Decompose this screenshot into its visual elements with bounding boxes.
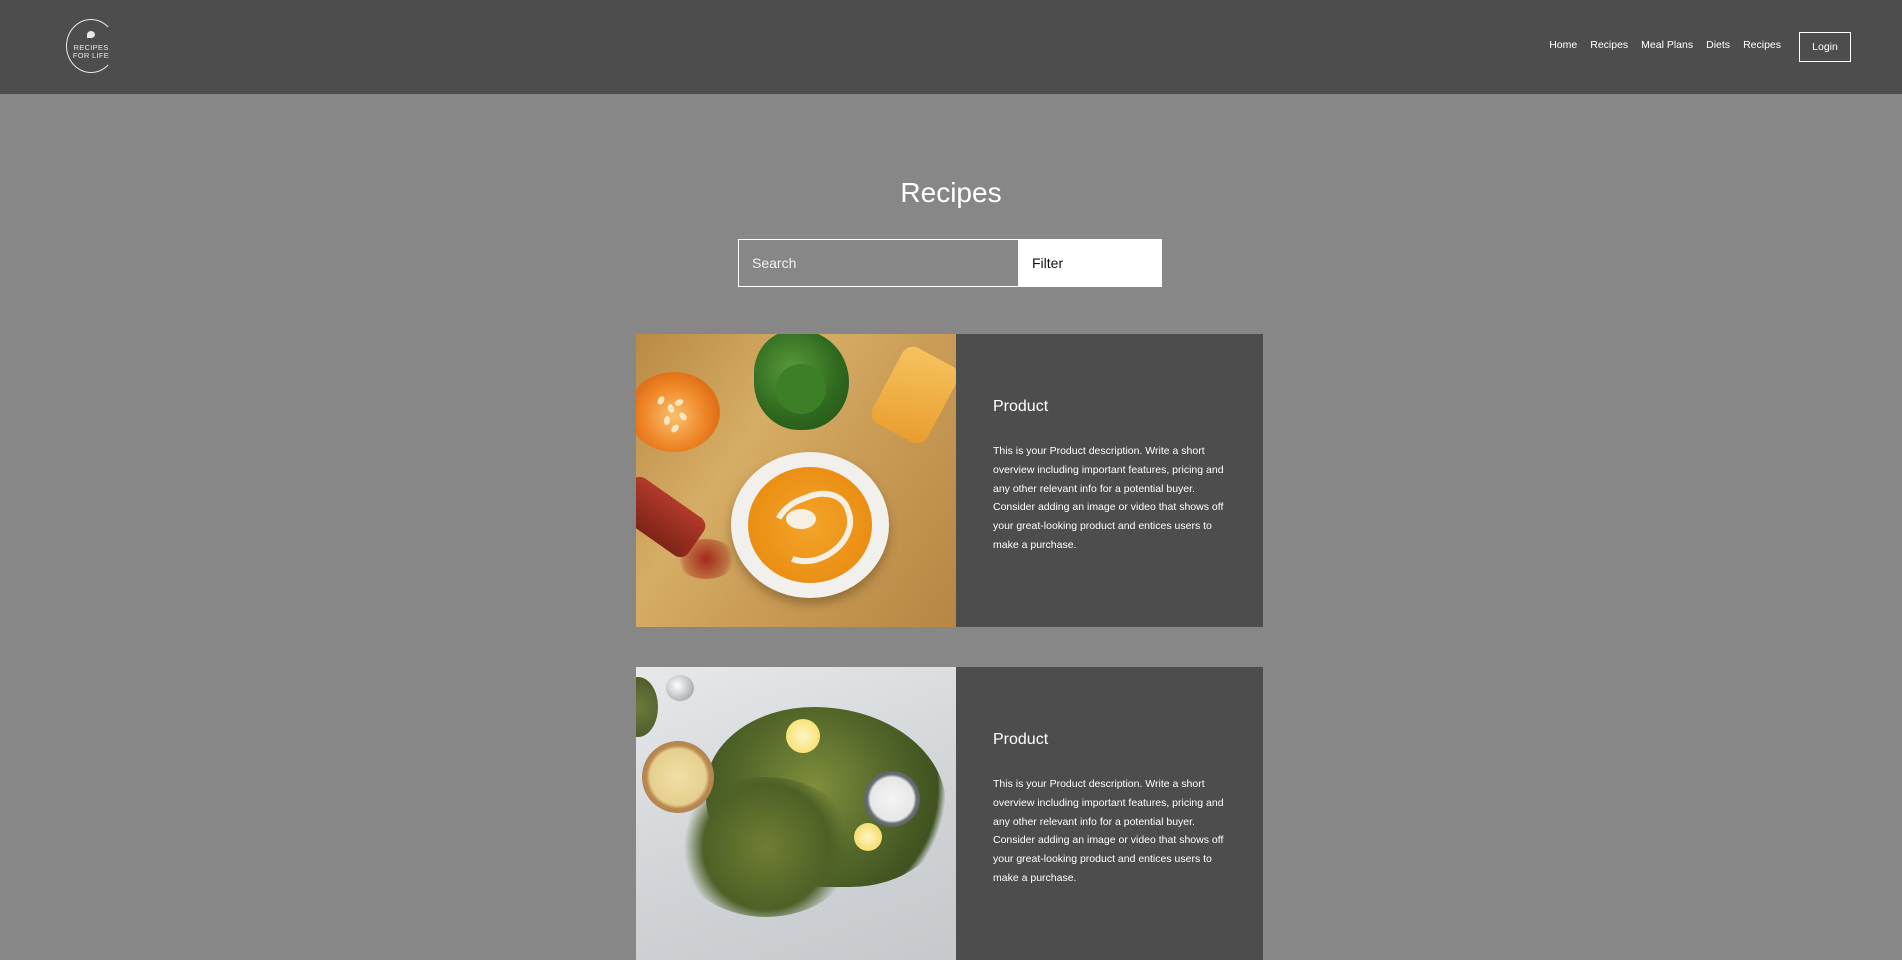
search-input[interactable] <box>738 239 1019 287</box>
filter-button[interactable]: Filter <box>1019 239 1162 287</box>
nav-item-meal-plans[interactable]: Meal Plans <box>1641 38 1693 52</box>
recipe-card[interactable]: Product This is your Product description… <box>636 667 1263 960</box>
card-title[interactable]: Product <box>993 729 1048 751</box>
site-logo[interactable]: RECIPES FOR LIFE <box>66 19 116 73</box>
nav-item-home[interactable]: Home <box>1549 38 1577 52</box>
card-body: Product This is your Product description… <box>956 667 1263 960</box>
main-nav: Home Recipes Meal Plans Diets Recipes <box>1549 38 1781 52</box>
leaf-icon <box>87 31 95 38</box>
card-title[interactable]: Product <box>993 396 1048 418</box>
nav-item-diets[interactable]: Diets <box>1706 38 1730 52</box>
fried-greens-with-aioli-image[interactable] <box>636 667 956 960</box>
card-description: This is your Product description. Write … <box>993 445 1224 551</box>
card-description: This is your Product description. Write … <box>993 778 1224 884</box>
nav-item-recipes[interactable]: Recipes <box>1590 38 1628 52</box>
nav-item-recipes-2[interactable]: Recipes <box>1743 38 1781 52</box>
site-header: RECIPES FOR LIFE Home Recipes Meal Plans… <box>0 0 1902 94</box>
card-body: Product This is your Product description… <box>956 334 1263 627</box>
recipe-card[interactable]: Product This is your Product description… <box>636 334 1263 627</box>
logo-text: RECIPES FOR LIFE <box>72 43 110 60</box>
butternut-squash-soup-image[interactable] <box>636 334 956 627</box>
login-button[interactable]: Login <box>1799 32 1851 62</box>
page-title: Recipes <box>900 177 1002 208</box>
